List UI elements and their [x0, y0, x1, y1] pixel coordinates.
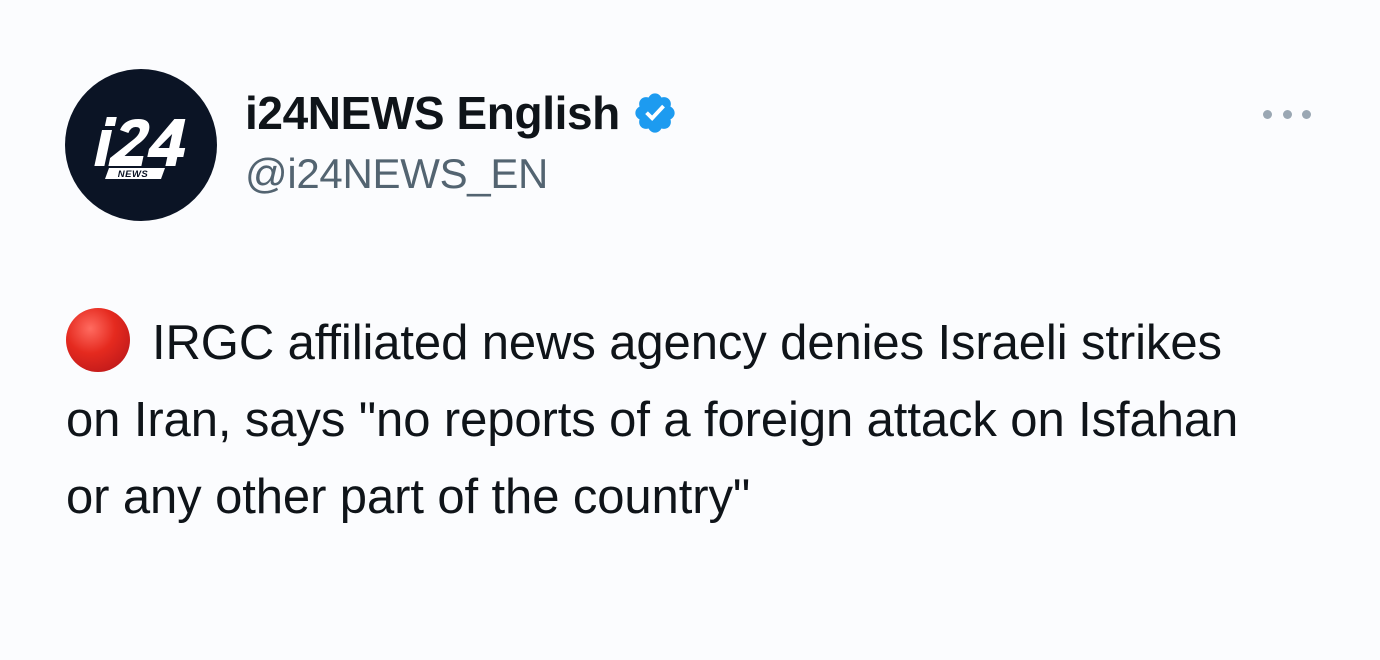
- display-name[interactable]: i24NEWS English: [245, 86, 620, 140]
- red-circle-icon: [66, 308, 130, 372]
- tweet-card: NEWS i24NEWS English @i24NEWS_EN IRGC af…: [0, 0, 1380, 660]
- svg-text:NEWS: NEWS: [118, 169, 149, 180]
- i24-news-logo-icon: NEWS: [94, 117, 186, 180]
- avatar[interactable]: NEWS: [65, 69, 217, 221]
- more-dot: [1302, 109, 1311, 119]
- account-handle[interactable]: @i24NEWS_EN: [245, 150, 548, 198]
- verified-badge-icon: [632, 90, 678, 136]
- more-dot: [1263, 109, 1272, 119]
- tweet-text: IRGC affiliated news agency denies Israe…: [66, 316, 1239, 524]
- tweet-body: IRGC affiliated news agency denies Israe…: [66, 305, 1266, 536]
- more-dot: [1282, 109, 1292, 119]
- more-options-button[interactable]: [1258, 98, 1316, 130]
- name-row: i24NEWS English: [245, 82, 678, 144]
